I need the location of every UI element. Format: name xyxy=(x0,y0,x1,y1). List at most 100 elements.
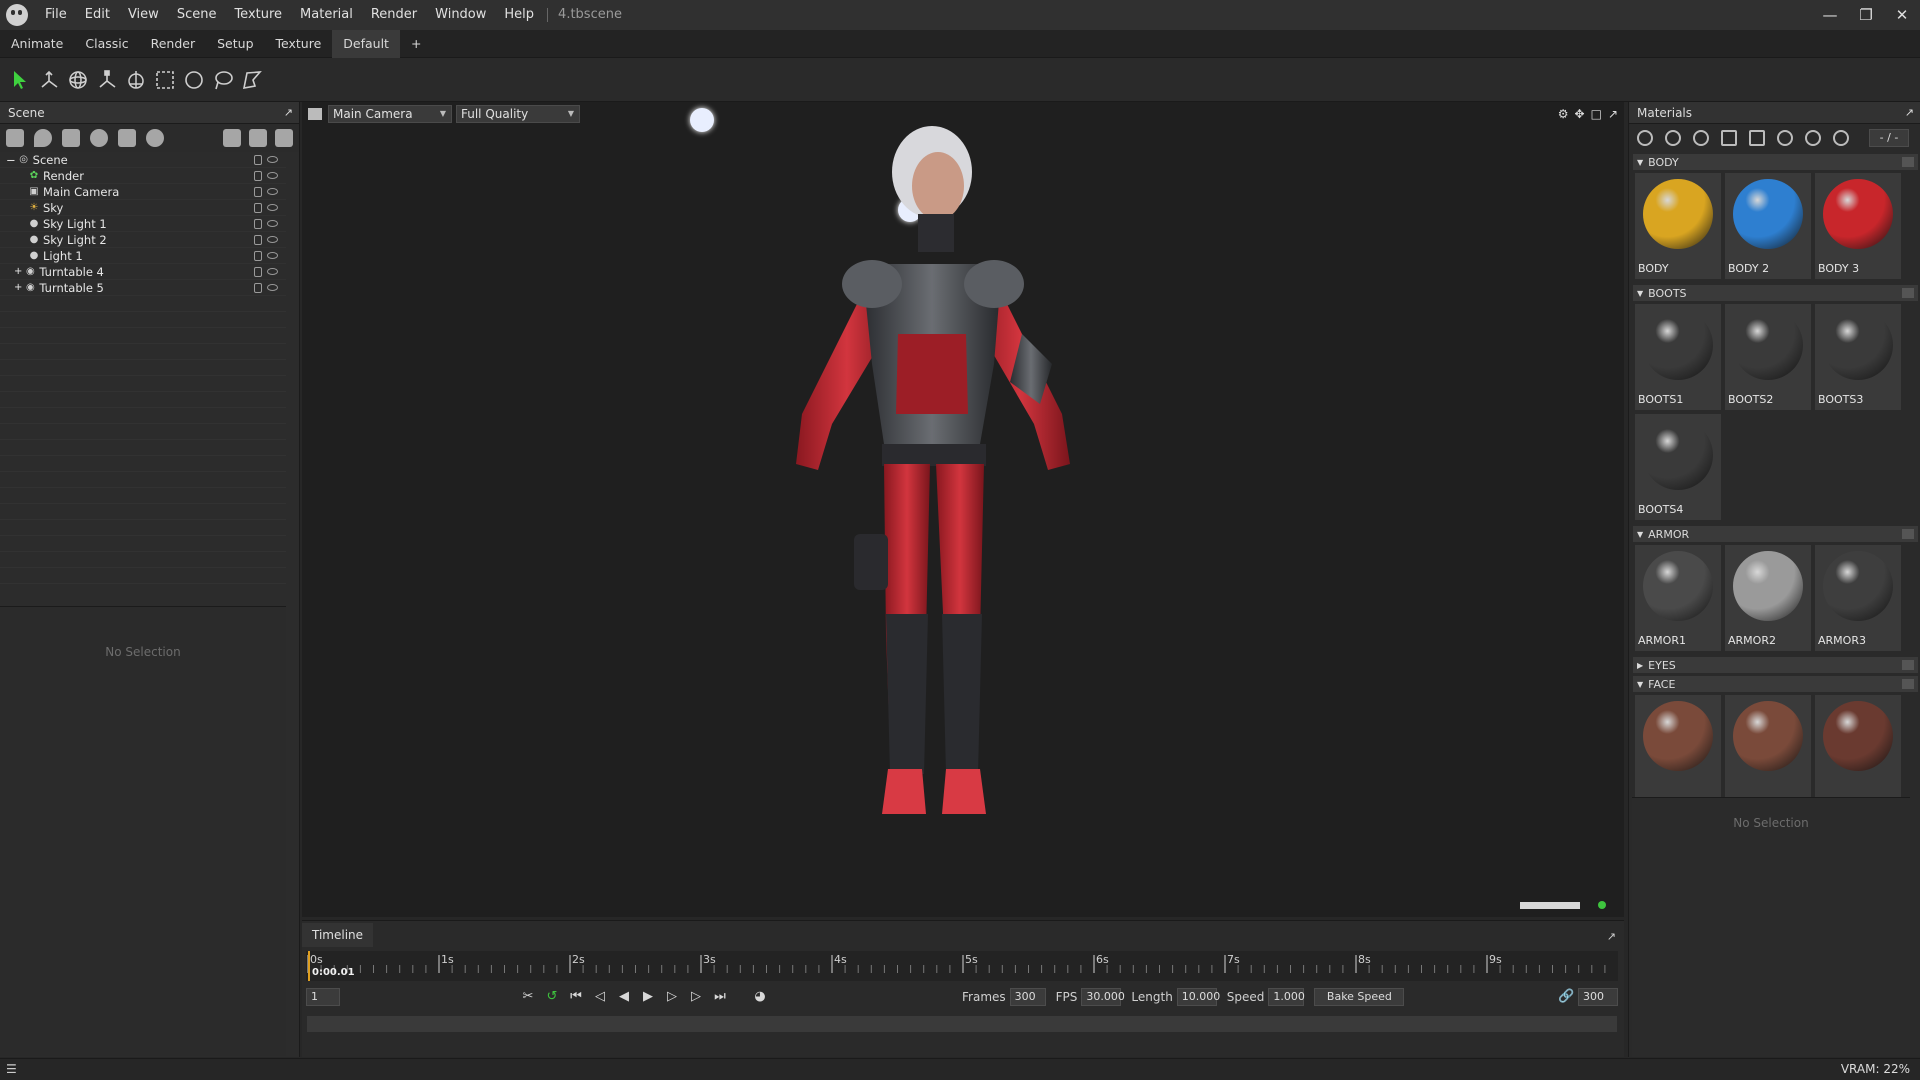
visibility-icon[interactable] xyxy=(267,220,278,227)
material-thumbnail[interactable]: ARMOR2 xyxy=(1725,545,1811,651)
menu-item-file[interactable]: File xyxy=(36,0,76,30)
collapse-icon[interactable]: ▼ xyxy=(1637,158,1643,167)
visibility-icon[interactable] xyxy=(267,236,278,243)
material-category-armor[interactable]: ▼ ARMOR xyxy=(1633,526,1918,542)
fullscreen-icon[interactable]: □ xyxy=(1591,107,1602,121)
log-icon[interactable]: ☰ xyxy=(6,1062,17,1076)
lock-icon[interactable] xyxy=(254,155,262,165)
popout-icon[interactable]: ↗ xyxy=(1608,107,1618,121)
end-frame-field[interactable]: 300 xyxy=(1578,988,1618,1006)
minimize-icon[interactable]: — xyxy=(1812,0,1848,30)
tree-row[interactable]: ▣ Main Camera xyxy=(0,184,286,200)
collapse-icon[interactable]: ▼ xyxy=(1637,530,1643,539)
lock-icon[interactable] xyxy=(254,235,262,245)
visibility-icon[interactable] xyxy=(267,284,278,291)
expand-icon[interactable]: ▶ xyxy=(1637,661,1643,670)
material-category-body[interactable]: ▼ BODY xyxy=(1633,154,1918,170)
next-key-icon[interactable]: ▷ xyxy=(688,989,704,1005)
material-thumbnail[interactable] xyxy=(1725,695,1811,801)
current-frame-field[interactable]: 1 xyxy=(306,988,340,1006)
circle-select-icon[interactable] xyxy=(180,64,207,96)
settings-icon[interactable]: ⚙ xyxy=(1558,107,1569,121)
material-search[interactable]: - / - xyxy=(1869,129,1909,147)
tree-row[interactable]: ● Sky Light 1 xyxy=(0,216,286,232)
menu-item-scene[interactable]: Scene xyxy=(168,0,226,30)
lasso-select-icon[interactable] xyxy=(209,64,236,96)
skip-start-icon[interactable]: ⏮ xyxy=(568,989,584,1005)
category-menu-icon[interactable] xyxy=(1902,529,1914,539)
tree-row[interactable]: ● Light 1 xyxy=(0,248,286,264)
tab-default[interactable]: Default xyxy=(332,29,400,58)
tab-texture[interactable]: Texture xyxy=(265,30,333,58)
visibility-icon[interactable] xyxy=(267,172,278,179)
menu-item-render[interactable]: Render xyxy=(362,0,426,30)
select-icon[interactable] xyxy=(6,64,33,96)
timeline-ruler[interactable]: 0s 1s 2s 3s 4s 5s 6s 7s 8s 9s 0:00.01 xyxy=(306,951,1618,981)
step-back-icon[interactable]: ◀ xyxy=(616,989,632,1005)
material-thumbnail[interactable] xyxy=(1635,695,1721,801)
character-model[interactable] xyxy=(722,114,1142,884)
tree-row[interactable]: ● Sky Light 2 xyxy=(0,232,286,248)
collapse-icon[interactable]: ▼ xyxy=(1637,680,1643,689)
add-sky-icon[interactable] xyxy=(90,129,108,147)
camera-select[interactable]: Main Camera xyxy=(328,105,452,123)
light-gizmo[interactable] xyxy=(690,108,714,132)
tab-classic[interactable]: Classic xyxy=(74,30,139,58)
material-thumbnail[interactable] xyxy=(1815,695,1901,801)
add-object-icon[interactable] xyxy=(6,129,24,147)
polygon-select-icon[interactable] xyxy=(238,64,265,96)
category-menu-icon[interactable] xyxy=(1902,660,1914,670)
pivot-icon[interactable] xyxy=(122,64,149,96)
marquee-select-icon[interactable] xyxy=(151,64,178,96)
length-field[interactable]: 10.000 xyxy=(1176,988,1220,1006)
lock-icon[interactable] xyxy=(254,187,262,197)
visibility-icon[interactable] xyxy=(267,268,278,275)
keyframe-track[interactable] xyxy=(306,1015,1618,1033)
popout-icon[interactable]: ↗ xyxy=(1607,930,1616,943)
viewport[interactable]: Main Camera Full Quality ⚙ ✥ □ ↗ xyxy=(302,102,1624,917)
playhead[interactable] xyxy=(308,951,310,981)
tab-animate[interactable]: Animate xyxy=(0,30,74,58)
duplicate-icon[interactable] xyxy=(249,129,267,147)
swap-material-icon[interactable] xyxy=(1833,130,1849,146)
category-menu-icon[interactable] xyxy=(1902,157,1914,167)
speed-icon[interactable]: ◕ xyxy=(752,989,768,1005)
menu-item-view[interactable]: View xyxy=(119,0,168,30)
lock-icon[interactable] xyxy=(254,219,262,229)
lock-icon[interactable] xyxy=(254,283,262,293)
rotate-icon[interactable] xyxy=(64,64,91,96)
material-category-boots[interactable]: ▼ BOOTS xyxy=(1633,285,1918,301)
popout-icon[interactable]: ↗ xyxy=(284,106,293,119)
speed-field[interactable]: 1.000 xyxy=(1268,988,1305,1006)
menu-item-material[interactable]: Material xyxy=(291,0,362,30)
delete-icon[interactable] xyxy=(1749,130,1765,146)
popout-icon[interactable]: ↗ xyxy=(1905,106,1914,119)
lock-icon[interactable] xyxy=(254,203,262,213)
add-turntable-icon[interactable] xyxy=(146,129,164,147)
material-thumbnail[interactable]: ARMOR3 xyxy=(1815,545,1901,651)
link-icon[interactable]: 🔗 xyxy=(1558,989,1574,1005)
add-shadow-catcher-icon[interactable] xyxy=(118,129,136,147)
material-thumbnail[interactable]: ARMOR1 xyxy=(1635,545,1721,651)
material-thumbnail[interactable]: BOOTS3 xyxy=(1815,304,1901,410)
play-icon[interactable]: ▶ xyxy=(640,989,656,1005)
tab-setup[interactable]: Setup xyxy=(206,30,264,58)
merge-icon[interactable] xyxy=(1693,130,1709,146)
add-camera-icon[interactable] xyxy=(62,129,80,147)
maximize-icon[interactable]: ❐ xyxy=(1848,0,1884,30)
material-thumbnail[interactable]: BODY xyxy=(1635,173,1721,279)
lock-icon[interactable] xyxy=(254,171,262,181)
duplicate-material-icon[interactable] xyxy=(1665,130,1681,146)
menu-item-edit[interactable]: Edit xyxy=(76,0,119,30)
lock-icon[interactable] xyxy=(254,267,262,277)
visibility-icon[interactable] xyxy=(267,204,278,211)
skip-end-icon[interactable]: ⏭ xyxy=(712,989,728,1005)
delete-icon[interactable] xyxy=(275,129,293,147)
material-thumbnail[interactable]: BODY 2 xyxy=(1725,173,1811,279)
collapse-icon[interactable]: − xyxy=(6,153,16,167)
tree-row[interactable]: ✿ Render xyxy=(0,168,286,184)
bake-speed-button[interactable]: Bake Speed xyxy=(1314,988,1405,1006)
tree-row[interactable]: + ◉ Turntable 4 xyxy=(0,264,286,280)
pick-material-icon[interactable] xyxy=(1777,130,1793,146)
scale-icon[interactable] xyxy=(93,64,120,96)
